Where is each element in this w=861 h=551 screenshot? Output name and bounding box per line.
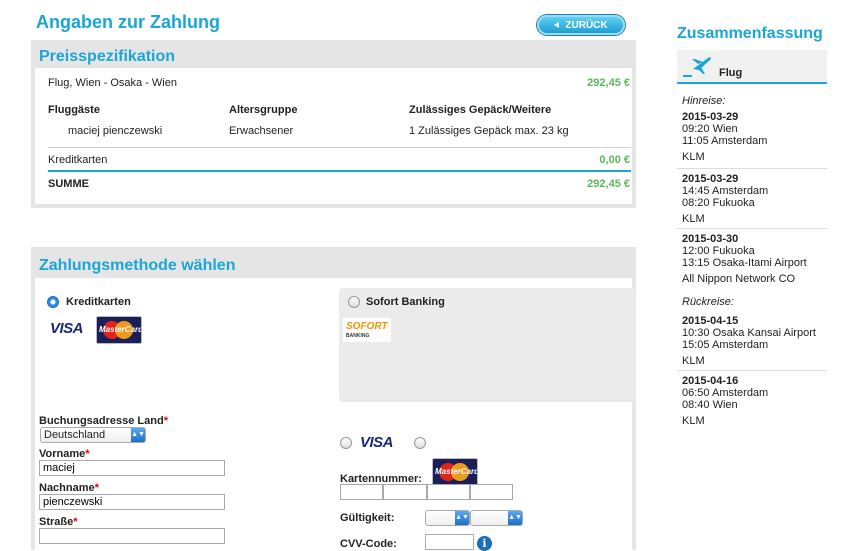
card-number-part-3[interactable] <box>427 484 470 500</box>
street-input[interactable] <box>39 528 225 544</box>
summary-divider <box>677 82 827 84</box>
credit-card-option-label[interactable]: Kreditkarten <box>66 296 131 308</box>
info-icon[interactable]: i <box>477 536 492 551</box>
col-header-baggage: Zulässiges Gepäck/Weitere <box>409 104 552 116</box>
cvv-input[interactable] <box>425 534 474 550</box>
passenger-age: Erwachsener <box>229 125 294 137</box>
total-divider <box>48 170 631 172</box>
select-arrows-icon: ▲▼ <box>455 511 469 525</box>
col-header-passengers: Fluggäste <box>48 104 100 116</box>
card-fee-amount: 0,00 € <box>599 154 630 166</box>
route-amount: 292,45 € <box>587 77 630 89</box>
return-leg: 2015-04-16 06:50 Amsterdam 08:40 Wien KL… <box>682 375 769 427</box>
outbound-leg: 2015-03-29 14:45 Amsterdam 08:20 Fukuoka… <box>682 173 769 225</box>
sofort-logo: SOFORT BANKING <box>343 318 391 342</box>
passenger-name: maciej pienczewski <box>68 125 163 137</box>
return-label: Rückreise: <box>682 296 734 308</box>
sofort-radio[interactable] <box>348 296 360 308</box>
country-select-value: Deutschland <box>44 429 106 441</box>
visa-logo-choice: VISA <box>360 434 394 451</box>
credit-card-radio[interactable] <box>47 296 59 308</box>
mastercard-logo: MasterCard <box>96 316 142 344</box>
page-title: Angaben zur Zahlung <box>36 12 220 32</box>
outbound-label: Hinreise: <box>682 95 726 107</box>
select-arrows-icon: ▲▼ <box>131 428 145 442</box>
summary-title: Zusammenfassung <box>677 25 823 42</box>
select-arrows-icon: ▲▼ <box>508 511 522 525</box>
outbound-leg: 2015-03-30 12:00 Fukuoka 13:15 Osaka-Ita… <box>682 233 807 285</box>
card-number-part-2[interactable] <box>383 484 427 500</box>
validity-year-select[interactable]: ▲▼ <box>470 510 523 526</box>
validity-month-select[interactable]: ▲▼ <box>425 510 470 526</box>
lastname-label: Nachname* <box>39 482 99 494</box>
outbound-leg: 2015-03-29 09:20 Wien 11:05 Amsterdam KL… <box>682 111 768 163</box>
cvv-label: CVV-Code: <box>340 538 397 550</box>
airplane-icon <box>681 53 713 79</box>
leg-divider <box>677 228 827 229</box>
passenger-baggage: 1 Zulässiges Gepäck max. 23 kg <box>409 125 569 137</box>
firstname-input[interactable] <box>39 460 225 476</box>
leg-divider <box>677 370 827 371</box>
card-number-part-1[interactable] <box>340 484 383 500</box>
total-label: SUMME <box>48 178 89 190</box>
summary-flight-label: Flug <box>719 67 743 79</box>
mastercard-radio[interactable] <box>414 437 426 449</box>
sofort-option-label[interactable]: Sofort Banking <box>366 296 445 308</box>
leg-divider <box>677 168 827 169</box>
back-button-label: ZURÜCK <box>565 19 608 31</box>
lastname-input[interactable] <box>39 494 225 510</box>
country-select[interactable]: Deutschland ▲▼ <box>40 427 146 443</box>
price-panel-title: Preisspezifikation <box>39 48 176 65</box>
validity-label: Gültigkeit: <box>340 512 395 524</box>
total-amount: 292,45 € <box>587 178 630 190</box>
country-label: Buchungsadresse Land* <box>39 415 168 427</box>
mastercard-logo-choice: MasterCard <box>432 458 478 486</box>
firstname-label: Vorname* <box>39 448 90 460</box>
divider <box>48 147 631 148</box>
visa-logo: VISA <box>50 320 84 337</box>
return-leg: 2015-04-15 10:30 Osaka Kansai Airport 15… <box>682 315 816 367</box>
street-label: Straße* <box>39 516 78 528</box>
card-fee-label: Kreditkarten <box>48 154 108 166</box>
back-button[interactable]: ZURÜCK <box>537 15 625 35</box>
col-header-age: Altersgruppe <box>229 104 298 116</box>
payment-panel-title: Zahlungsmethode wählen <box>39 257 236 274</box>
route-label: Flug, Wien - Osaka - Wien <box>48 77 177 89</box>
visa-radio[interactable] <box>340 437 352 449</box>
arrow-left-icon <box>554 22 560 28</box>
card-number-part-4[interactable] <box>470 484 513 500</box>
